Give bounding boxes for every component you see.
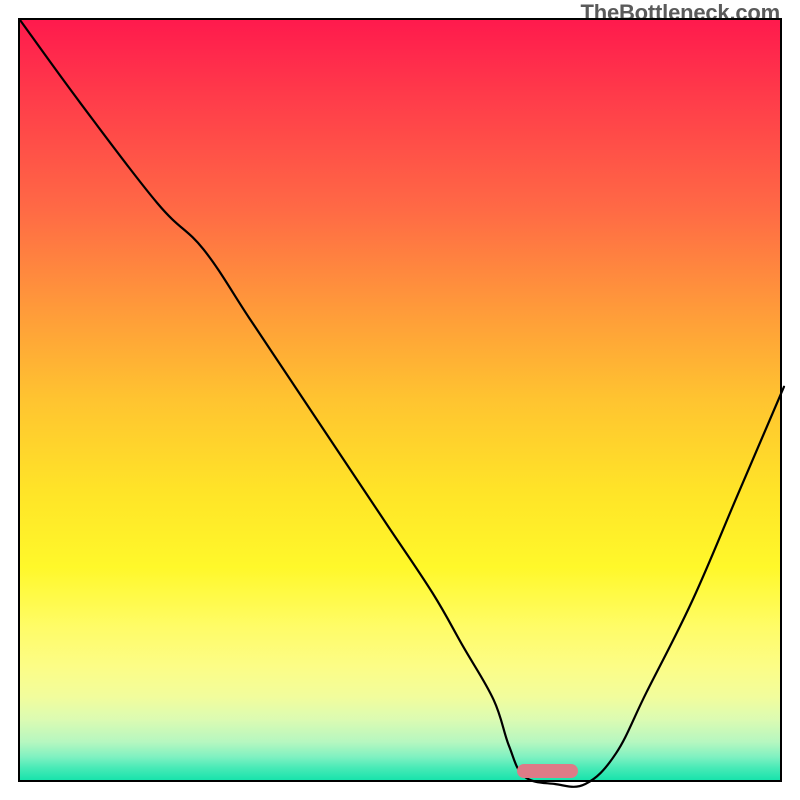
- plot-area: [18, 18, 782, 782]
- bottleneck-curve: [20, 20, 784, 784]
- bottleneck-curve-path: [20, 20, 784, 787]
- chart-wrapper: TheBottleneck.com: [0, 0, 800, 800]
- optimal-range-marker: [517, 764, 578, 778]
